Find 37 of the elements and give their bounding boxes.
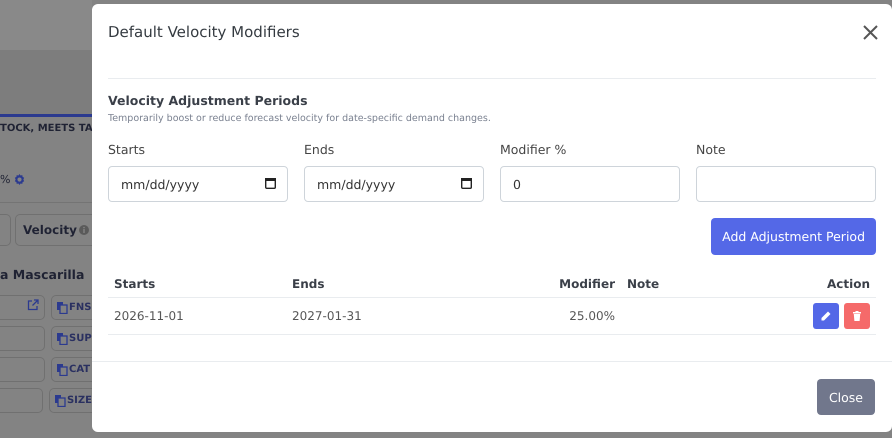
calendar-icon[interactable] — [461, 178, 472, 189]
column-header: Action — [826, 276, 871, 293]
dialog-title: Default Velocity Modifiers — [108, 23, 300, 41]
add-period-button[interactable]: Add Adjustment Period — [711, 218, 876, 255]
column-header: Note — [626, 276, 660, 293]
field-label: Modifier % — [500, 142, 568, 157]
copy-icon — [57, 302, 68, 314]
copy-icon — [54, 394, 66, 406]
product-title: a Mascarilla — [0, 267, 86, 284]
info-icon — [78, 225, 89, 235]
copy-icon — [57, 332, 68, 344]
section-title: Velocity Adjustment Periods — [108, 93, 309, 108]
external-link-icon[interactable] — [27, 299, 39, 311]
field-label: Note — [696, 142, 727, 157]
field-label: Starts — [108, 142, 146, 157]
modifier-field[interactable]: 0 — [500, 166, 680, 202]
percent-text: % — [0, 172, 10, 186]
pencil-icon — [821, 311, 831, 321]
close-icon[interactable] — [863, 24, 878, 40]
column-header: Modifier — [558, 276, 616, 293]
date-field[interactable]: mm/dd/yyyy — [304, 166, 484, 202]
note-field[interactable] — [696, 166, 876, 202]
column-header: Starts — [113, 276, 156, 293]
copy-icon — [57, 364, 68, 376]
gear-icon[interactable] — [14, 174, 26, 184]
field-label: Ends — [304, 142, 336, 157]
date-field[interactable]: mm/dd/yyyy — [108, 166, 288, 202]
table-cell-text: 25.00% — [568, 308, 616, 325]
table-cell-text: 2026-11-01 — [113, 308, 185, 325]
table-cell-text: 2027-01-31 — [291, 308, 363, 325]
trash-icon — [853, 311, 861, 321]
delete-button[interactable] — [844, 303, 870, 329]
edit-button[interactable] — [813, 303, 839, 329]
section-description: Temporarily boost or reduce forecast velocity for date-specific demand changes. — [108, 113, 492, 124]
column-header: Ends — [291, 276, 326, 293]
close-button[interactable]: Close — [816, 379, 875, 415]
calendar-icon[interactable] — [265, 178, 276, 189]
